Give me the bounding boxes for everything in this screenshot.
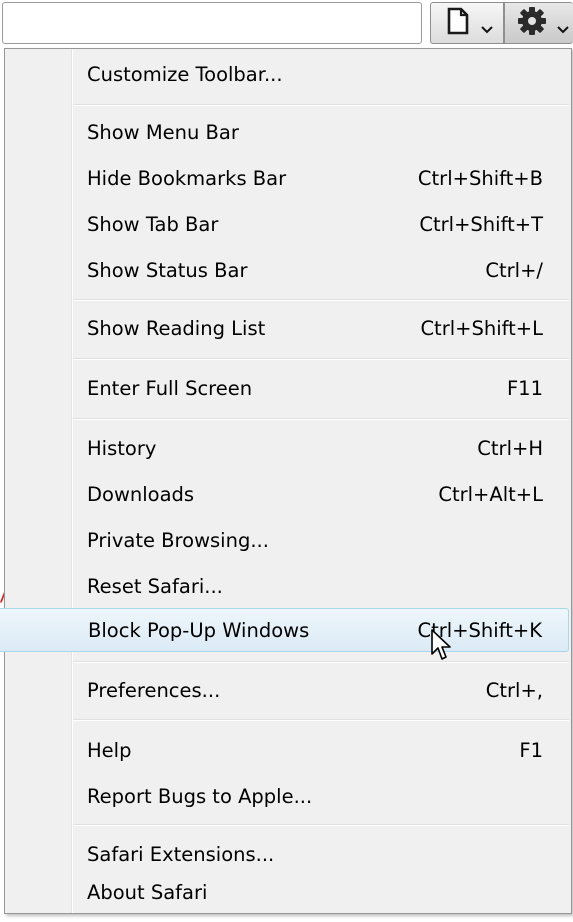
- menu-item-private-browsing[interactable]: Private Browsing...: [7, 521, 569, 559]
- menu-item-reset-safari[interactable]: Reset Safari...: [7, 567, 569, 605]
- menu-item-shortcut: Ctrl+/: [485, 258, 543, 282]
- chevron-down-icon: [481, 19, 493, 38]
- menu-item-help[interactable]: Help F1: [7, 731, 569, 769]
- menu-separator: [73, 661, 569, 663]
- menu-item-label: Preferences...: [87, 678, 221, 702]
- menu-item-shortcut: Ctrl+H: [477, 436, 543, 460]
- menu-item-label: Enter Full Screen: [87, 376, 253, 400]
- menu-separator: [73, 719, 569, 721]
- menu-item-downloads[interactable]: Downloads Ctrl+Alt+L: [7, 475, 569, 513]
- menu-item-label: Customize Toolbar...: [87, 62, 283, 86]
- menu-item-label: Report Bugs to Apple...: [87, 784, 313, 808]
- gear-icon: [516, 5, 548, 41]
- menu-item-show-menu-bar[interactable]: Show Menu Bar: [7, 113, 569, 151]
- menu-item-show-status-bar[interactable]: Show Status Bar Ctrl+/: [7, 251, 569, 289]
- page-menu-button[interactable]: [430, 2, 504, 44]
- menu-item-shortcut: Ctrl+Shift+T: [419, 212, 543, 236]
- menu-item-history[interactable]: History Ctrl+H: [7, 429, 569, 467]
- menu-item-shortcut: Ctrl+,: [485, 678, 543, 702]
- menu-separator: [73, 299, 569, 301]
- address-field[interactable]: [2, 2, 422, 44]
- toolbar: [0, 0, 573, 50]
- menu-item-preferences[interactable]: Preferences... Ctrl+,: [7, 671, 569, 709]
- menu-separator: [73, 358, 569, 360]
- screen: ⋀ Customize Toolbar... Show Menu Bar Hid…: [0, 0, 573, 922]
- menu-item-customize-toolbar[interactable]: Customize Toolbar...: [7, 55, 569, 93]
- mouse-cursor-icon: [430, 628, 454, 666]
- menu-item-block-popup-windows[interactable]: Block Pop-Up Windows Ctrl+Shift+K: [0, 608, 569, 652]
- menu-item-label: Reset Safari...: [87, 574, 223, 598]
- menu-separator: [73, 104, 569, 106]
- menu-item-label: Block Pop-Up Windows: [88, 618, 310, 642]
- menu-item-report-bugs[interactable]: Report Bugs to Apple...: [7, 777, 569, 815]
- menu-item-label: Private Browsing...: [87, 528, 269, 552]
- menu-item-shortcut: Ctrl+Alt+L: [438, 482, 543, 506]
- menu-item-show-tab-bar[interactable]: Show Tab Bar Ctrl+Shift+T: [7, 205, 569, 243]
- menu-item-shortcut: Ctrl+Shift+B: [417, 166, 543, 190]
- menu-item-label: Help: [87, 738, 132, 762]
- menu-item-label: Hide Bookmarks Bar: [87, 166, 287, 190]
- menu-item-hide-bookmarks-bar[interactable]: Hide Bookmarks Bar Ctrl+Shift+B: [7, 159, 569, 197]
- menu-separator: [73, 418, 569, 420]
- menu-item-safari-extensions[interactable]: Safari Extensions...: [7, 835, 569, 873]
- menu-item-shortcut: F11: [506, 376, 543, 400]
- menu-item-label: Show Tab Bar: [87, 212, 219, 236]
- gear-menu-button[interactable]: [504, 2, 573, 44]
- menu-item-about-safari[interactable]: About Safari: [7, 873, 569, 911]
- menu-item-label: History: [87, 436, 157, 460]
- menu-item-label: Safari Extensions...: [87, 842, 275, 866]
- menu-item-enter-full-screen[interactable]: Enter Full Screen F11: [7, 369, 569, 407]
- menu-item-label: Show Status Bar: [87, 258, 248, 282]
- menu-item-label: About Safari: [87, 880, 208, 904]
- menu-item-label: Show Menu Bar: [87, 120, 239, 144]
- settings-menu: Customize Toolbar... Show Menu Bar Hide …: [0, 48, 572, 914]
- menu-item-shortcut: Ctrl+Shift+L: [420, 316, 543, 340]
- chevron-down-icon: [557, 19, 569, 38]
- menu-item-shortcut: F1: [519, 738, 543, 762]
- menu-item-label: Show Reading List: [87, 316, 266, 340]
- menu-separator: [73, 824, 569, 826]
- menu-item-label: Downloads: [87, 482, 195, 506]
- menu-item-show-reading-list[interactable]: Show Reading List Ctrl+Shift+L: [7, 309, 569, 347]
